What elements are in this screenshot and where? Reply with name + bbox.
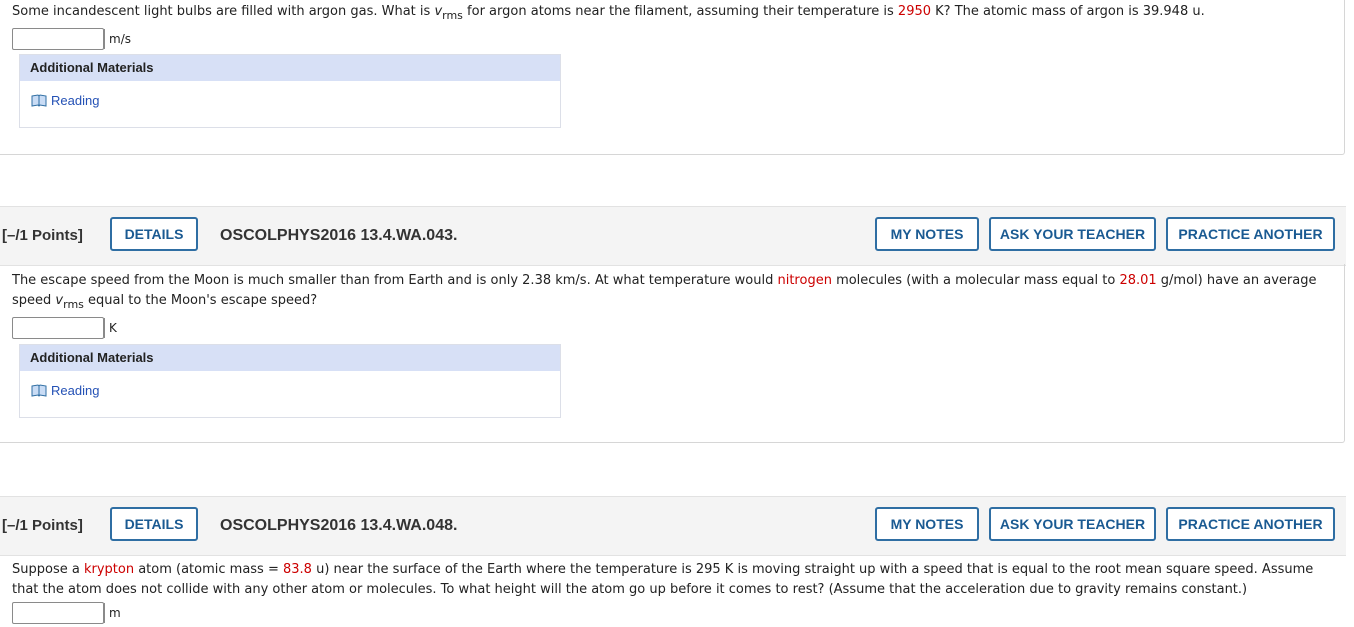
question-3-header: [–/1 Points] DETAILS OSCOLPHYS2016 13.4.… [0,496,1346,556]
reading-link[interactable]: Reading [31,383,99,398]
points-label: [–/1 Points] [2,517,83,534]
question-3-body: Suppose a krypton atom (atomic mass = 83… [0,560,1354,624]
rms-subscript: rms [63,298,84,311]
book-icon [31,94,47,107]
q2-answer-input[interactable] [12,317,104,339]
materials-header: Additional Materials [20,55,560,81]
q3-text-a: Suppose a [12,562,84,577]
q3-text-b: atom (atomic mass = [134,562,283,577]
q2-text-e: equal to the Moon's escape speed? [83,293,318,308]
practice-another-button[interactable]: PRACTICE ANOTHER [1166,217,1335,251]
molecule-name: nitrogen [777,273,832,288]
q1-answer-row: m/s [12,28,1354,50]
v-symbol: v [434,4,443,19]
q1-text-c: K? The atomic mass of argon is 39.948 u. [931,4,1205,19]
ask-your-teacher-button[interactable]: ASK YOUR TEACHER [989,507,1156,541]
details-button[interactable]: DETAILS [110,507,198,541]
question-id: OSCOLPHYS2016 13.4.WA.048. [220,517,458,534]
question-1-body: Some incandescent light bulbs are filled… [0,2,1354,50]
q3-text-d: that the atom does not collide with any … [12,582,1248,597]
q3-unit-label: m [104,603,121,623]
points-label: [–/1 Points] [2,227,83,244]
reading-label: Reading [51,383,100,398]
atom-name: krypton [83,562,135,577]
q2-additional-materials: Additional Materials Reading [19,344,561,418]
molecular-mass-value: 28.01 [1119,273,1157,288]
details-button[interactable]: DETAILS [110,217,198,251]
temperature-value: 2950 [897,4,932,19]
q2-text-d: speed [12,293,56,308]
q3-answer-row: m [12,602,1354,624]
q3-answer-input[interactable] [12,602,104,624]
question-3-text: Suppose a krypton atom (atomic mass = 83… [12,560,1354,600]
question-2-text: The escape speed from the Moon is much s… [12,271,1354,315]
q1-additional-materials: Additional Materials Reading [19,54,561,128]
q1-unit-label: m/s [104,29,131,49]
question-2-header: [–/1 Points] DETAILS OSCOLPHYS2016 13.4.… [0,206,1346,266]
question-id: OSCOLPHYS2016 13.4.WA.043. [220,227,458,244]
ask-your-teacher-button[interactable]: ASK YOUR TEACHER [989,217,1156,251]
q2-text-c: g/mol) have an average [1156,273,1317,288]
q3-text-c: u) near the surface of the Earth where t… [311,562,1314,577]
q2-text-b: molecules (with a molecular mass equal t… [831,273,1120,288]
practice-another-button[interactable]: PRACTICE ANOTHER [1166,507,1335,541]
v-symbol: v [55,293,64,308]
rms-subscript: rms [442,9,463,22]
materials-header: Additional Materials [20,345,560,371]
question-2-body: The escape speed from the Moon is much s… [0,271,1354,339]
my-notes-button[interactable]: MY NOTES [875,507,979,541]
q1-answer-input[interactable] [12,28,104,50]
reading-label: Reading [51,93,100,108]
atomic-mass-value: 83.8 [283,562,312,577]
reading-link[interactable]: Reading [31,93,99,108]
q2-unit-label: K [104,318,117,338]
my-notes-button[interactable]: MY NOTES [875,217,979,251]
question-1-text: Some incandescent light bulbs are filled… [12,2,1354,26]
book-icon [31,384,47,397]
q2-text-a: The escape speed from the Moon is much s… [12,273,778,288]
q1-text-b: for argon atoms near the filament, assum… [462,4,898,19]
q1-text-a: Some incandescent light bulbs are filled… [12,4,435,19]
q2-answer-row: K [12,317,1354,339]
